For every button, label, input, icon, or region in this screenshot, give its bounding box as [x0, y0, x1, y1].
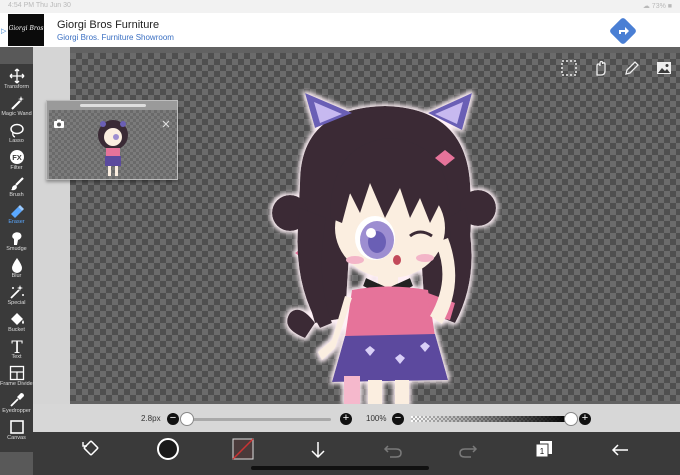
text-icon-glyph: T — [11, 338, 23, 354]
undo-icon[interactable] — [382, 439, 404, 461]
opacity-increase-button[interactable]: + — [579, 413, 591, 425]
brush-size-value: 2.8px — [141, 414, 161, 423]
tool-special[interactable]: Special — [0, 282, 33, 309]
status-time: 4:54 PM Thu Jun 30 — [8, 2, 71, 9]
navigator-character-thumbnail — [98, 120, 128, 176]
brush-settings-bar: 2.8px − + 100% − + — [33, 404, 680, 432]
arrow-down-icon[interactable] — [307, 439, 329, 461]
eyedropper-icon — [9, 393, 24, 407]
move-icon — [9, 68, 24, 84]
tool-label: Blur — [11, 273, 22, 279]
special-icon — [9, 285, 24, 299]
tool-filter[interactable]: FX Filter — [0, 147, 33, 174]
opacity-slider[interactable] — [411, 416, 571, 422]
opacity-decrease-button[interactable]: − — [392, 413, 404, 425]
tool-label: Smudge — [6, 246, 27, 252]
brush-size-increase-button[interactable]: + — [340, 413, 352, 425]
back-arrow-icon[interactable] — [609, 439, 631, 461]
tool-bucket[interactable]: Bucket — [0, 309, 33, 336]
brush-size-decrease-button[interactable]: − — [167, 413, 179, 425]
fx-icon: FX — [9, 150, 24, 164]
tool-smudge[interactable]: Smudge — [0, 228, 33, 255]
tool-label: Text — [11, 354, 22, 360]
tool-frame-divider[interactable]: Frame Divider — [0, 363, 35, 390]
tool-panel: Transform Magic Wand Lasso FX Filter Bru… — [0, 64, 35, 452]
app-root: 4:54 PM Thu Jun 30 ☁ 73% ■ ▷ Giorgi Bros… — [0, 0, 680, 475]
text-icon: T — [11, 338, 23, 354]
layers-icon[interactable]: 1 — [533, 438, 555, 460]
tool-eyedropper[interactable]: Eyedropper — [0, 390, 33, 417]
navigator-preview[interactable] — [46, 100, 178, 180]
tool-label: Special — [7, 300, 26, 306]
close-icon[interactable] — [161, 119, 171, 129]
secondary-color-swatch[interactable] — [232, 438, 254, 460]
brush-size-slider-thumb[interactable] — [180, 412, 195, 426]
navigator-drag-handle[interactable] — [80, 104, 146, 107]
redo-icon[interactable] — [457, 439, 479, 461]
directions-arrow-icon[interactable] — [609, 17, 637, 45]
ad-logo-text: Giorgi Bros — [8, 25, 44, 32]
opacity-slider-thumb[interactable] — [564, 412, 578, 426]
selection-icon[interactable] — [559, 58, 579, 78]
tool-text[interactable]: T Text — [0, 336, 33, 363]
tool-label: Magic Wand — [1, 111, 32, 117]
bucket-icon — [10, 313, 24, 325]
status-battery: ☁ 73% ■ — [642, 3, 672, 10]
character-artwork[interactable] — [260, 88, 510, 404]
ad-brand[interactable]: Giorgi Bros Furniture — [57, 19, 159, 31]
tool-magic-wand[interactable]: Magic Wand — [0, 93, 33, 120]
brush-icon — [10, 177, 24, 191]
layers-count: 1 — [540, 447, 545, 456]
hand-tool-icon[interactable] — [590, 58, 610, 78]
tool-label: Filter — [10, 165, 23, 171]
tool-label: Transform — [4, 84, 29, 90]
tool-blur[interactable]: Blur — [0, 255, 33, 282]
rotate-canvas-icon[interactable] — [80, 437, 102, 459]
camera-icon[interactable] — [53, 119, 65, 129]
status-bar: 4:54 PM Thu Jun 30 ☁ 73% ■ — [0, 0, 680, 13]
eraser-icon — [10, 205, 24, 218]
tool-label: Eraser — [8, 219, 25, 225]
smudge-icon — [11, 232, 21, 245]
tool-label: Frame Divider — [0, 381, 35, 387]
tool-eraser[interactable]: Eraser — [0, 201, 33, 228]
ad-logo: Giorgi Bros — [8, 14, 44, 46]
tool-brush[interactable]: Brush — [0, 174, 33, 201]
tool-lasso[interactable]: Lasso — [0, 120, 33, 147]
image-import-icon[interactable] — [654, 58, 674, 78]
brush-color-swatch[interactable] — [157, 438, 179, 460]
ad-tagline[interactable]: Giorgi Bros. Furniture Showroom — [57, 33, 174, 42]
tool-canvas[interactable]: Canvas — [0, 417, 33, 444]
canvas-icon — [9, 420, 24, 434]
lasso-icon — [9, 123, 24, 138]
tool-label: Lasso — [9, 138, 24, 144]
tool-transform[interactable]: Transform — [0, 66, 33, 93]
frame-divider-icon — [9, 365, 24, 381]
opacity-value: 100% — [366, 414, 387, 423]
blur-drop-icon — [11, 258, 22, 273]
tool-label: Brush — [9, 192, 24, 198]
navigator-thumbnail — [49, 110, 177, 179]
magic-wand-icon — [10, 96, 24, 110]
fx-icon-text: FX — [12, 153, 22, 162]
tool-label: Bucket — [8, 327, 25, 333]
ad-banner[interactable]: ▷ Giorgi Bros Giorgi Bros Furniture Gior… — [0, 13, 680, 47]
brush-size-slider[interactable] — [183, 418, 331, 421]
tool-label: Eyedropper — [2, 408, 31, 414]
home-indicator — [251, 466, 429, 470]
tool-label: Canvas — [7, 435, 26, 441]
pen-tool-icon[interactable] — [622, 58, 642, 78]
